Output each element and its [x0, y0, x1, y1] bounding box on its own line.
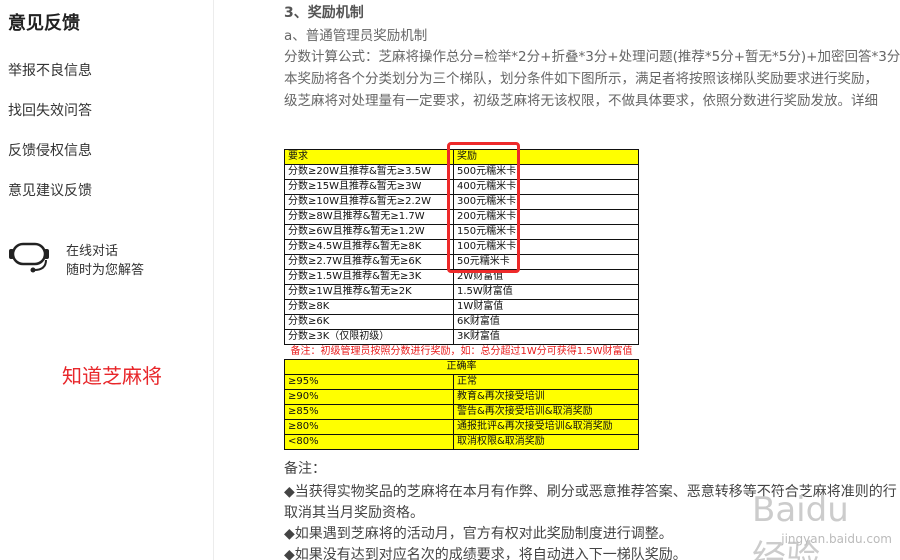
- remarks-title: 备注：: [284, 461, 326, 477]
- table-row: 分数≥6W且推荐&暂无≥1.2W 150元糯米卡: [284, 224, 639, 240]
- reward-table: 要求 奖励 分数≥20W且推荐&暂无≥3.5W 500元糯米卡 分数≥15W且推荐&暂无…: [284, 149, 639, 450]
- accuracy-threshold-cell: ≥80%: [284, 419, 454, 435]
- accuracy-row: ≥80% 通报批评&再次接受培训&取消奖励: [284, 419, 639, 435]
- table-row: 分数≥2.7W且推荐&暂无≥6K 50元糯米卡: [284, 254, 639, 270]
- accuracy-threshold-cell: ≥95%: [284, 374, 454, 390]
- sidebar-title: 意见反馈: [8, 13, 80, 34]
- reward-cell: 50元糯米卡: [453, 254, 639, 270]
- online-chat-button[interactable]: 在线对话 随时为您解答: [8, 238, 208, 278]
- table-row: 分数≥3K（仅限初级） 3K财富值: [284, 329, 639, 345]
- paragraph-line: 级芝麻将对处理量有一定要求，初级芝麻将无该权限，不做具体要求，依照分数进行奖励发…: [284, 93, 878, 109]
- table-note-row: 备注：初级管理员按照分数进行奖励，如：总分超过1W分可获得1.5W财富值: [284, 344, 639, 360]
- requirement-cell: 分数≥1.5W且推荐&暂无≥3K: [284, 269, 454, 285]
- accuracy-row: ≥85% 警告&再次接受培训&取消奖励: [284, 404, 639, 420]
- sidebar-link-report[interactable]: 举报不良信息: [8, 60, 92, 80]
- accuracy-threshold-cell: ≥85%: [284, 404, 454, 420]
- baidu-url: jingyan.baidu.com: [781, 532, 892, 546]
- reward-cell: 2W财富值: [453, 269, 639, 285]
- sidebar-link-recover[interactable]: 找回失效问答: [8, 100, 92, 120]
- requirement-cell: 分数≥20W且推荐&暂无≥3.5W: [284, 164, 454, 180]
- remark-line: ◆如果遇到芝麻将的活动月，官方有权对此奖励制度进行调整。: [284, 526, 673, 542]
- chat-sublabel: 随时为您解答: [66, 263, 145, 278]
- remark-line: ◆当获得实物奖品的芝麻将在本月有作弊、刷分或恶意推荐答案、恶意转移等不符合芝麻将…: [284, 484, 897, 500]
- remark-line: 取消其当月奖励资格。: [284, 505, 424, 521]
- table-row: 分数≥8W且推荐&暂无≥1.7W 200元糯米卡: [284, 209, 639, 225]
- headset-icon: [9, 242, 49, 273]
- accuracy-threshold-cell: <80%: [284, 434, 454, 450]
- table-header-cell: 奖励: [453, 149, 639, 165]
- section-title: 3、奖励机制: [284, 5, 364, 21]
- watermark-text: 知道芝麻将: [62, 364, 162, 388]
- sidebar: 意见反馈 举报不良信息 找回失效问答 反馈侵权信息 意见建议反馈 在线对话 随时…: [0, 0, 214, 560]
- accuracy-row: <80% 取消权限&取消奖励: [284, 434, 639, 450]
- table-row: 分数≥1.5W且推荐&暂无≥3K 2W财富值: [284, 269, 639, 285]
- table-header-cell: 要求: [284, 149, 454, 165]
- reward-cell: 100元糯米卡: [453, 239, 639, 255]
- paragraph-line: 本奖励将各个分类划分为三个梯队，划分条件如下图所示，满足者将按照该梯队奖励要求进…: [284, 71, 878, 87]
- accuracy-header-row: 正确率: [284, 359, 639, 375]
- accuracy-header: 正确率: [284, 359, 639, 375]
- table-row: 分数≥20W且推荐&暂无≥3.5W 500元糯米卡: [284, 164, 639, 180]
- table-row: 分数≥15W且推荐&暂无≥3W 400元糯米卡: [284, 179, 639, 195]
- table-row: 分数≥1W且推荐&暂无≥2K 1.5W财富值: [284, 284, 639, 300]
- requirement-cell: 分数≥4.5W且推荐&暂无≥8K: [284, 239, 454, 255]
- reward-cell: 150元糯米卡: [453, 224, 639, 240]
- article-content: 3、奖励机制 a、普通管理员奖励机制 分数计算公式：芝麻将操作总分=检举*2分+…: [284, 0, 900, 560]
- accuracy-action-cell: 教育&再次接受培训: [453, 389, 639, 405]
- table-row: 分数≥6K 6K财富值: [284, 314, 639, 330]
- accuracy-action-cell: 正常: [453, 374, 639, 390]
- table-row: 分数≥8K 1W财富值: [284, 299, 639, 315]
- requirement-cell: 分数≥1W且推荐&暂无≥2K: [284, 284, 454, 300]
- accuracy-action-cell: 警告&再次接受培训&取消奖励: [453, 404, 639, 420]
- accuracy-row: ≥90% 教育&再次接受培训: [284, 389, 639, 405]
- requirement-cell: 分数≥6K: [284, 314, 454, 330]
- chat-label: 在线对话: [66, 244, 119, 259]
- reward-cell: 1.5W财富值: [453, 284, 639, 300]
- requirement-cell: 分数≥8W且推荐&暂无≥1.7W: [284, 209, 454, 225]
- table-row: 分数≥10W且推荐&暂无≥2.2W 300元糯米卡: [284, 194, 639, 210]
- requirement-cell: 分数≥10W且推荐&暂无≥2.2W: [284, 194, 454, 210]
- accuracy-row: ≥95% 正常: [284, 374, 639, 390]
- reward-cell: 200元糯米卡: [453, 209, 639, 225]
- reward-cell: 6K财富值: [453, 314, 639, 330]
- accuracy-action-cell: 取消权限&取消奖励: [453, 434, 639, 450]
- requirement-cell: 分数≥3K（仅限初级）: [284, 329, 454, 345]
- reward-cell: 400元糯米卡: [453, 179, 639, 195]
- reward-cell: 300元糯米卡: [453, 194, 639, 210]
- accuracy-action-cell: 通报批评&再次接受培训&取消奖励: [453, 419, 639, 435]
- requirement-cell: 分数≥2.7W且推荐&暂无≥6K: [284, 254, 454, 270]
- table-note: 备注：初级管理员按照分数进行奖励，如：总分超过1W分可获得1.5W财富值: [284, 344, 639, 360]
- reward-cell: 1W财富值: [453, 299, 639, 315]
- sub-title: a、普通管理员奖励机制: [284, 28, 428, 44]
- accuracy-threshold-cell: ≥90%: [284, 389, 454, 405]
- reward-cell: 500元糯米卡: [453, 164, 639, 180]
- table-row: 分数≥4.5W且推荐&暂无≥8K 100元糯米卡: [284, 239, 639, 255]
- reward-cell: 3K财富值: [453, 329, 639, 345]
- table-header-row: 要求 奖励: [284, 149, 639, 165]
- sidebar-link-infringement[interactable]: 反馈侵权信息: [8, 140, 92, 160]
- sidebar-link-suggestion[interactable]: 意见建议反馈: [8, 180, 92, 200]
- requirement-cell: 分数≥6W且推荐&暂无≥1.2W: [284, 224, 454, 240]
- requirement-cell: 分数≥15W且推荐&暂无≥3W: [284, 179, 454, 195]
- formula-text: 分数计算公式：芝麻将操作总分=检举*2分+折叠*3分+处理问题(推荐*5分+暂无…: [284, 49, 900, 65]
- requirement-cell: 分数≥8K: [284, 299, 454, 315]
- remark-line: ◆如果没有达到对应名次的成绩要求，将自动进入下一梯队奖励。: [284, 547, 687, 560]
